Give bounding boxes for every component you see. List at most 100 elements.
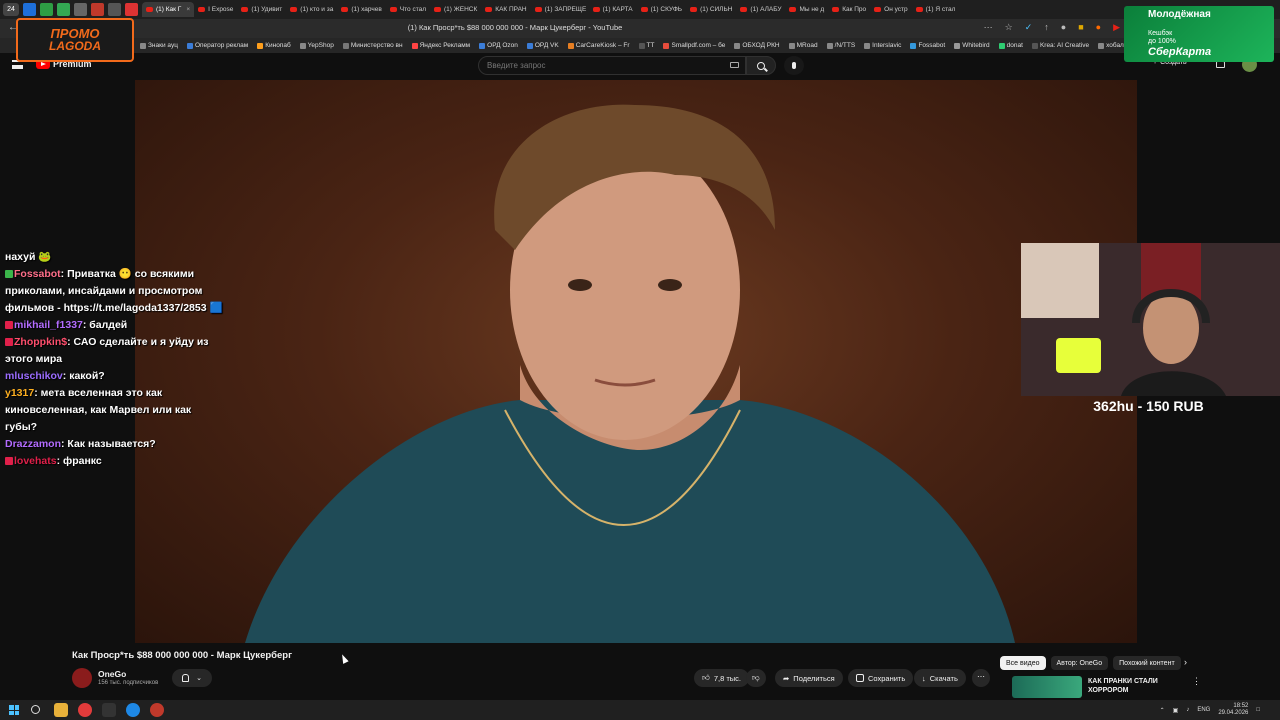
chip-similar[interactable]: Похожий контент — [1113, 656, 1181, 670]
file-explorer-icon[interactable] — [54, 703, 68, 717]
bookmark-item[interactable]: Krea: AI Creative — [1031, 42, 1089, 49]
extension-icon[interactable]: ✓ — [1025, 22, 1033, 33]
clock[interactable]: 18:52 29.04.2026 — [1218, 703, 1248, 717]
browser-tab[interactable]: Что стал — [386, 2, 430, 17]
extension-icon[interactable]: ↑ — [1044, 22, 1049, 33]
bookmark-item[interactable]: MRoad — [788, 42, 818, 49]
bookmark-item[interactable]: CarCareKiosk – Fr — [567, 42, 630, 49]
browser-tab[interactable]: (1) кто и за — [286, 2, 337, 17]
chip-author[interactable]: Автор: OneGo — [1050, 656, 1109, 670]
pinned-tab-icon[interactable] — [23, 3, 36, 16]
save-button[interactable]: Сохранить — [848, 669, 914, 687]
bookmark-item[interactable]: Interslavic — [864, 42, 901, 49]
pinned-tab-icon[interactable] — [108, 3, 121, 16]
pinned-tab-icon[interactable] — [125, 3, 138, 16]
chat-message: Zhoppkin$: САО сделайте и я уйду из этог… — [5, 334, 225, 368]
extension-icon[interactable]: ● — [1061, 22, 1066, 33]
channel-name[interactable]: OneGo — [98, 669, 126, 679]
bookmark-label: MRoad — [796, 42, 818, 49]
browser-tab[interactable]: Он устр — [870, 2, 911, 17]
telegram-icon[interactable] — [126, 703, 140, 717]
bookmark-favicon-icon — [479, 42, 486, 49]
browser-tab[interactable]: Как Про — [828, 2, 870, 17]
yandex-browser-icon[interactable] — [78, 703, 92, 717]
browser-tab[interactable]: (1) Удивит — [237, 2, 286, 17]
extension-icon[interactable]: ■ — [1078, 22, 1083, 33]
like-button[interactable]: 👍︎ 7,8 тыс. — [694, 669, 750, 687]
chip-all-videos[interactable]: Все видео — [1000, 656, 1046, 670]
voice-search-button[interactable] — [784, 56, 804, 75]
chat-message: mluschikov: какой? — [5, 368, 225, 385]
recommendation-chips: Все видео Автор: OneGo Похожий контент — [1000, 656, 1181, 670]
bookmark-item[interactable]: ОРД VK — [526, 42, 559, 49]
search-button[interactable] — [746, 56, 776, 75]
browser-tab[interactable]: КАК ПРАН — [481, 2, 530, 17]
share-button[interactable]: ➦ Поделиться — [775, 669, 843, 687]
browser-tab[interactable]: (1) Как Г × — [142, 2, 195, 17]
taskbar-search-icon[interactable] — [31, 705, 40, 714]
bookmark-item[interactable]: Fossabot — [910, 42, 945, 49]
bookmark-item[interactable]: ОБХОД РКН — [734, 42, 780, 49]
taskbar-app-icon[interactable] — [102, 703, 116, 717]
chat-text: : балдей — [82, 319, 128, 331]
bookmark-favicon-icon — [567, 42, 574, 49]
keyboard-icon[interactable] — [730, 62, 739, 68]
download-button[interactable]: ↓ Скачать — [914, 669, 966, 687]
bookmark-item[interactable]: Smallpdf.com – бе — [663, 42, 725, 49]
bookmark-icon[interactable]: ☆ — [1005, 22, 1013, 33]
browser-tab[interactable]: (1) ЖЕНСК — [430, 2, 481, 17]
video-frame — [245, 104, 1015, 643]
browser-tab[interactable]: Мы не д — [785, 2, 828, 17]
tab-counter[interactable]: 24 — [3, 3, 19, 16]
browser-tab[interactable]: (1) ЗАПРЕЩЕ — [531, 2, 589, 17]
browser-tab[interactable]: (1) СИЛЬН — [686, 2, 736, 17]
windows-start-icon[interactable] — [9, 705, 19, 715]
bookmark-item[interactable]: /N/TTS — [826, 42, 855, 49]
recommended-title[interactable]: КАК ПРАНКИ СТАЛИ ХОРРОРОМ — [1088, 677, 1188, 695]
bookmark-item[interactable]: ОРД Ozon — [479, 42, 518, 49]
tray-chevron-icon[interactable]: ⌃ — [1160, 707, 1165, 714]
notifications-icon[interactable]: □ — [1256, 707, 1260, 713]
browser-tab[interactable]: (1) АЛАБУ — [736, 2, 785, 17]
pinned-tab-icon[interactable] — [74, 3, 87, 16]
bookmark-label: ОРД VK — [534, 42, 559, 49]
browser-tab[interactable]: (1) СКУФЬ — [637, 2, 686, 17]
bookmark-label: Министерство вн — [350, 42, 403, 49]
recommended-more-icon[interactable]: ⋮ — [1192, 676, 1201, 687]
bookmark-item[interactable]: donat — [998, 42, 1023, 49]
extension-icon[interactable]: ● — [1096, 22, 1101, 33]
bookmark-item[interactable]: YepShop — [299, 42, 334, 49]
bookmark-item[interactable]: Знаки ауц — [140, 42, 178, 49]
network-icon[interactable]: ▣ — [1173, 707, 1179, 714]
bookmark-item[interactable]: Кинопаб — [257, 42, 291, 49]
subscription-bell-button[interactable]: ⌄ — [172, 669, 212, 687]
more-actions-button[interactable]: ⋯ — [972, 669, 990, 687]
bookmark-item[interactable]: Оператор реклам — [186, 42, 248, 49]
close-tab-icon[interactable]: × — [186, 6, 190, 13]
browser-tab-label: Что стал — [399, 6, 427, 13]
bookmark-item[interactable]: TT — [638, 42, 654, 49]
thumbs-down-icon: 👎︎ — [752, 673, 760, 682]
pinned-tab-icon[interactable] — [40, 3, 53, 16]
bookmark-item[interactable]: Яндекс Рекламм — [411, 42, 470, 49]
browser-tab[interactable]: (1) харчев — [337, 2, 385, 17]
browser-tab[interactable]: (1) КАРТА — [589, 2, 637, 17]
pinned-tab-icon[interactable] — [91, 3, 104, 16]
browser-tab-label: (1) КАРТА — [602, 6, 633, 13]
volume-icon[interactable]: ♪ — [1186, 707, 1189, 713]
channel-avatar[interactable] — [72, 668, 92, 688]
video-player[interactable] — [135, 80, 1137, 643]
bookmark-item[interactable]: Министерство вн — [342, 42, 403, 49]
bookmark-item[interactable]: Whitebird — [954, 42, 990, 49]
chevron-right-icon[interactable]: › — [1184, 657, 1187, 667]
recommended-thumbnail[interactable] — [1012, 676, 1082, 698]
taskbar-app-icon[interactable] — [150, 703, 164, 717]
pinned-tab-icon[interactable] — [57, 3, 70, 16]
dislike-button[interactable]: 👎︎ — [746, 669, 766, 687]
browser-tab[interactable]: I Expose — [194, 2, 237, 17]
search-input[interactable]: Введите запрос — [478, 56, 746, 75]
extension-icon[interactable]: ▶ — [1113, 22, 1120, 33]
language-indicator[interactable]: ENG — [1197, 707, 1210, 713]
browser-tab[interactable]: (1) Я стал — [912, 2, 960, 17]
more-icon[interactable]: ⋯ — [984, 22, 993, 33]
